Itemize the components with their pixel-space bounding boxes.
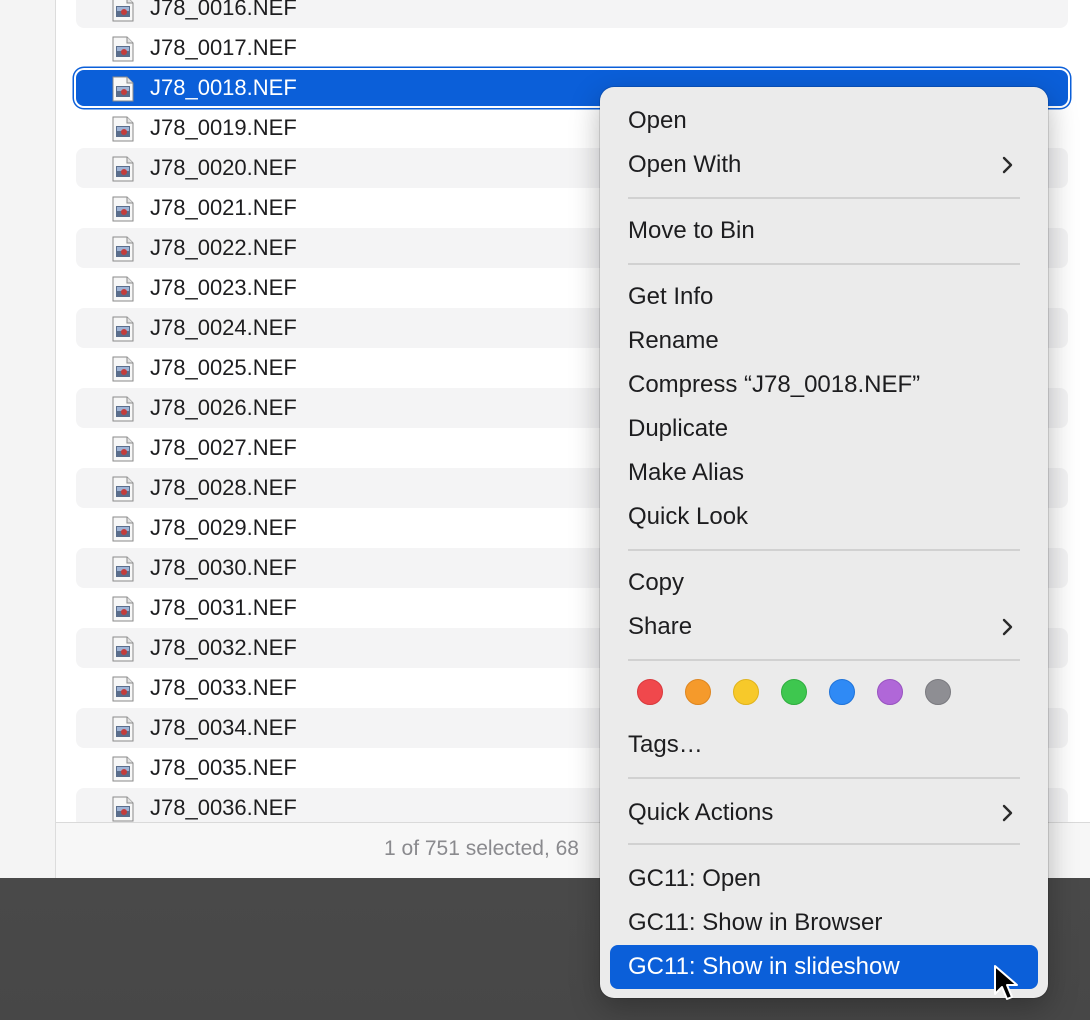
chevron-right-icon <box>1002 804 1013 822</box>
nef-file-icon <box>112 436 134 462</box>
menu-item-copy[interactable]: Copy <box>610 561 1038 605</box>
menu-item-label: Duplicate <box>628 415 729 442</box>
file-name: J78_0016.NEF <box>150 0 297 20</box>
menu-item-label: Open <box>628 107 687 134</box>
menu-item-make-alias[interactable]: Make Alias <box>610 451 1038 495</box>
nef-file-icon <box>112 0 134 22</box>
chevron-right-icon <box>1002 618 1013 636</box>
tag-blue-button[interactable] <box>829 679 855 705</box>
file-name: J78_0033.NEF <box>150 675 297 700</box>
menu-item-gc11-open[interactable]: GC11: Open <box>610 857 1038 901</box>
nef-file-icon <box>112 636 134 662</box>
tag-orange-button[interactable] <box>685 679 711 705</box>
file-row[interactable]: J78_0016.NEF <box>76 0 1068 28</box>
menu-item-label: Copy <box>628 569 685 596</box>
nef-file-icon <box>112 356 134 382</box>
nef-file-icon <box>112 556 134 582</box>
file-row[interactable]: J78_0017.NEF <box>76 28 1068 68</box>
file-name: J78_0022.NEF <box>150 235 297 260</box>
finder-sidebar-edge <box>0 0 56 878</box>
file-name: J78_0017.NEF <box>150 35 297 60</box>
menu-item-label: GC11: Show in slideshow <box>628 953 900 980</box>
file-name: J78_0026.NEF <box>150 395 297 420</box>
file-name: J78_0031.NEF <box>150 595 297 620</box>
menu-item-tags[interactable]: Tags… <box>610 723 1038 767</box>
menu-item-label: GC11: Open <box>628 865 761 892</box>
menu-separator <box>628 263 1020 265</box>
menu-item-label: Make Alias <box>628 459 745 486</box>
file-name: J78_0023.NEF <box>150 275 297 300</box>
file-name: J78_0020.NEF <box>150 155 297 180</box>
menu-item-label: Rename <box>628 327 719 354</box>
nef-file-icon <box>112 76 134 102</box>
menu-item-open-with[interactable]: Open With <box>610 143 1038 187</box>
menu-item-gc11-show-in-slideshow[interactable]: GC11: Show in slideshow <box>610 945 1038 989</box>
tag-purple-button[interactable] <box>877 679 903 705</box>
menu-item-gc11-show-in-browser[interactable]: GC11: Show in Browser <box>610 901 1038 945</box>
file-name: J78_0018.NEF <box>150 75 297 100</box>
menu-item-label: Quick Actions <box>628 799 774 826</box>
status-text: 1 of 751 selected, 68 <box>384 837 579 860</box>
context-menu: Open Open With Move to Bin Get Info Rena… <box>600 87 1048 998</box>
tag-green-button[interactable] <box>781 679 807 705</box>
menu-item-label: GC11: Show in Browser <box>628 909 883 936</box>
mouse-cursor-icon <box>994 965 1018 1000</box>
menu-item-open[interactable]: Open <box>610 99 1038 143</box>
nef-file-icon <box>112 596 134 622</box>
nef-file-icon <box>112 236 134 262</box>
menu-separator <box>628 659 1020 661</box>
file-name: J78_0029.NEF <box>150 515 297 540</box>
file-name: J78_0024.NEF <box>150 315 297 340</box>
nef-file-icon <box>112 796 134 822</box>
nef-file-icon <box>112 516 134 542</box>
menu-item-label: Share <box>628 613 693 640</box>
tag-gray-button[interactable] <box>925 679 951 705</box>
nef-file-icon <box>112 756 134 782</box>
nef-file-icon <box>112 396 134 422</box>
menu-separator <box>628 197 1020 199</box>
menu-item-quick-actions[interactable]: Quick Actions <box>610 791 1038 835</box>
menu-item-rename[interactable]: Rename <box>610 319 1038 363</box>
menu-item-label: Open With <box>628 151 742 178</box>
menu-item-label: Compress “J78_0018.NEF” <box>628 371 921 398</box>
menu-item-label: Quick Look <box>628 503 749 530</box>
nef-file-icon <box>112 116 134 142</box>
file-name: J78_0025.NEF <box>150 355 297 380</box>
menu-item-quick-look[interactable]: Quick Look <box>610 495 1038 539</box>
chevron-right-icon <box>1002 156 1013 174</box>
nef-file-icon <box>112 476 134 502</box>
file-name: J78_0028.NEF <box>150 475 297 500</box>
nef-file-icon <box>112 316 134 342</box>
menu-item-move-to-bin[interactable]: Move to Bin <box>610 209 1038 253</box>
nef-file-icon <box>112 676 134 702</box>
menu-separator <box>628 843 1020 845</box>
menu-item-label: Get Info <box>628 283 714 310</box>
menu-separator <box>628 777 1020 779</box>
file-name: J78_0035.NEF <box>150 755 297 780</box>
file-name: J78_0030.NEF <box>150 555 297 580</box>
menu-item-duplicate[interactable]: Duplicate <box>610 407 1038 451</box>
menu-item-get-info[interactable]: Get Info <box>610 275 1038 319</box>
menu-separator <box>628 549 1020 551</box>
nef-file-icon <box>112 36 134 62</box>
file-name: J78_0019.NEF <box>150 115 297 140</box>
file-name: J78_0032.NEF <box>150 635 297 660</box>
nef-file-icon <box>112 156 134 182</box>
file-name: J78_0021.NEF <box>150 195 297 220</box>
tag-yellow-button[interactable] <box>733 679 759 705</box>
file-name: J78_0034.NEF <box>150 715 297 740</box>
nef-file-icon <box>112 716 134 742</box>
menu-item-share[interactable]: Share <box>610 605 1038 649</box>
nef-file-icon <box>112 276 134 302</box>
nef-file-icon <box>112 196 134 222</box>
tag-red-button[interactable] <box>637 679 663 705</box>
file-name: J78_0027.NEF <box>150 435 297 460</box>
menu-item-label: Tags… <box>628 731 703 758</box>
menu-item-compress[interactable]: Compress “J78_0018.NEF” <box>610 363 1038 407</box>
menu-item-label: Move to Bin <box>628 217 755 244</box>
